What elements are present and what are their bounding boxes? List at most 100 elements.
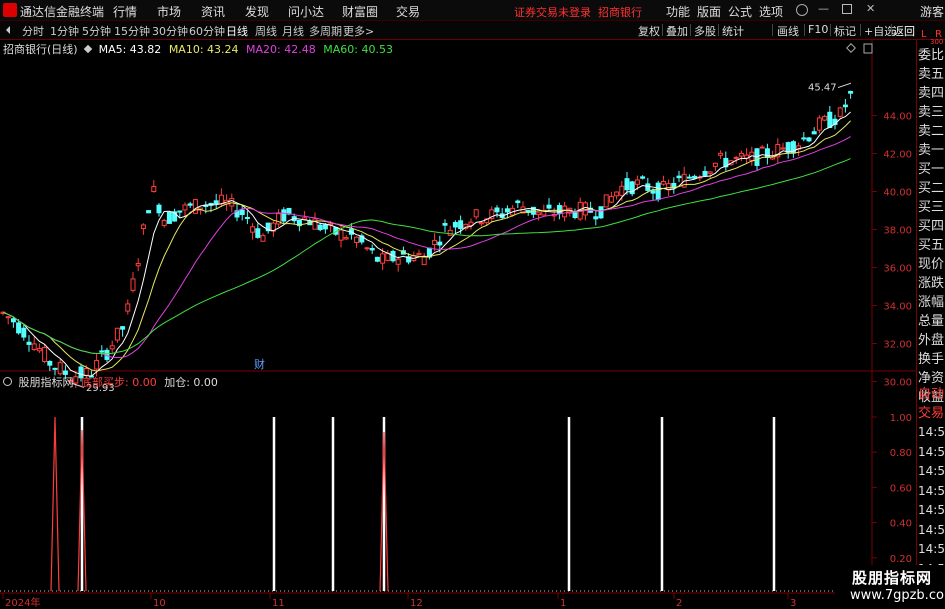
period-1min[interactable]: 1分钟 xyxy=(50,23,79,39)
trade-panel-label[interactable]: 交易 xyxy=(918,402,944,421)
period-monthly[interactable]: 月线 xyxy=(282,23,304,39)
toolbar-divider xyxy=(891,24,892,36)
candle-down xyxy=(593,216,599,220)
user-icon[interactable] xyxy=(796,4,808,16)
period-60min[interactable]: 60分钟 xyxy=(189,23,225,39)
candle-up xyxy=(125,303,131,312)
candle-down xyxy=(146,210,152,214)
trade-time: 14:56 xyxy=(918,522,945,537)
quote-row-label: 现价 xyxy=(918,257,945,272)
ma60-label: MA60: 40.53 xyxy=(323,43,393,56)
side-panel-l-label[interactable]: L xyxy=(921,29,927,40)
period-more[interactable]: 更多> xyxy=(343,23,374,39)
period-5min[interactable]: 5分钟 xyxy=(82,23,111,39)
close-icon[interactable]: ✕ xyxy=(866,3,876,14)
y-tick-label: 42.00 xyxy=(883,150,912,161)
candle-down xyxy=(655,182,661,200)
candle-up xyxy=(135,263,141,267)
multi-stock-button[interactable]: 多股 xyxy=(694,23,716,39)
candle-up xyxy=(354,236,360,244)
candle-down xyxy=(52,367,58,370)
trade-time: 14:56 xyxy=(918,444,945,459)
candle-down xyxy=(317,224,323,231)
candle-down xyxy=(692,175,698,179)
indicator-name: 股朋指标网 xyxy=(18,376,74,389)
period-intraday[interactable]: 分时 xyxy=(22,23,44,39)
period-weekly[interactable]: 周线 xyxy=(255,23,277,39)
quote-row-label: 卖五 xyxy=(918,67,945,82)
kline-chart[interactable]: 44.00 42.00 40.00 38.00 36.00 34.00 32.00 30.00… xyxy=(0,40,916,609)
candle-down xyxy=(494,207,500,213)
menu-quotes[interactable]: 行情 xyxy=(113,3,137,20)
menu-discover[interactable]: 发现 xyxy=(245,3,269,20)
period-30min[interactable]: 30分钟 xyxy=(152,23,188,39)
toolbar-divider xyxy=(662,24,663,36)
ind-tick-label: 0.40 xyxy=(890,519,912,530)
broker-status-text: 证券交易未登录 xyxy=(514,6,591,19)
x-tick-label: 2024年 xyxy=(5,596,40,609)
menu-functions[interactable]: 功能 xyxy=(666,3,690,20)
trade-time: 14:56 xyxy=(918,542,945,556)
f10-button[interactable]: F10 xyxy=(808,23,828,36)
candle-down xyxy=(764,148,770,158)
period-daily[interactable]: 日线 xyxy=(226,23,248,39)
candle-up xyxy=(634,179,640,185)
minimize-icon[interactable]: — xyxy=(818,3,829,14)
candle-up xyxy=(94,360,100,370)
chevron-right-icon: > xyxy=(365,25,375,38)
candle-up xyxy=(536,212,542,216)
ma-line-2 xyxy=(2,136,851,359)
menu-news[interactable]: 资讯 xyxy=(201,3,225,20)
draw-line-button[interactable]: 画线 xyxy=(777,23,799,39)
candle-up xyxy=(31,343,37,350)
ma5-label: MA5: 43.82 xyxy=(98,43,162,56)
fin-marker: 财 xyxy=(254,357,265,371)
candle-down xyxy=(811,131,817,135)
quote-row-label: 换手 xyxy=(918,352,945,367)
candle-down xyxy=(785,142,791,153)
collapse-icon[interactable] xyxy=(6,26,10,34)
stock-title: 招商银行(日线) xyxy=(3,43,78,56)
candle-down xyxy=(452,222,458,228)
adjust-button[interactable]: 复权 xyxy=(638,23,660,39)
candle-down xyxy=(515,200,521,204)
menu-options[interactable]: 选项 xyxy=(759,3,783,20)
y-tick-label: 34.00 xyxy=(883,302,912,313)
candle-down xyxy=(546,204,552,209)
quote-row-label: 委比 xyxy=(918,48,945,63)
back-button[interactable]: 返回 xyxy=(893,23,915,39)
menu-formula[interactable]: 公式 xyxy=(728,3,752,20)
quote-row-label: 卖三 xyxy=(918,105,945,120)
candle-up xyxy=(364,247,370,250)
candle-down xyxy=(166,211,172,224)
candle-up xyxy=(36,348,42,352)
overlay-button[interactable]: 叠加 xyxy=(666,23,688,39)
candle-up xyxy=(140,224,146,230)
maximize-icon[interactable] xyxy=(842,4,852,14)
menu-trade[interactable]: 交易 xyxy=(396,3,420,20)
mark-button[interactable]: 标记 xyxy=(834,23,856,39)
menu-layout[interactable]: 版面 xyxy=(697,3,721,20)
trade-panel-label[interactable]: 自动 xyxy=(918,383,944,402)
app-logo-icon xyxy=(3,3,17,17)
watermark-url: www.7gpzb.com xyxy=(850,588,945,603)
toolbar-divider xyxy=(804,24,805,36)
period-multi[interactable]: 多周期 xyxy=(309,23,342,39)
candle-down xyxy=(801,137,807,140)
stats-button[interactable]: 统计 xyxy=(722,23,744,39)
period-15min[interactable]: 15分钟 xyxy=(114,23,150,39)
menu-wealth[interactable]: 财富圈 xyxy=(342,3,378,20)
menu-ask[interactable]: 问小达 xyxy=(288,3,324,20)
menu-market[interactable]: 市场 xyxy=(157,3,181,20)
ind-tick-label: 0.60 xyxy=(890,483,912,494)
broker-name: 招商银行 xyxy=(598,6,642,19)
x-tick-label: 12 xyxy=(410,598,423,609)
guest-button[interactable]: 游客 xyxy=(920,3,944,20)
candle-up xyxy=(447,229,453,236)
settings-diamond-icon[interactable] xyxy=(83,44,93,54)
candle-down xyxy=(374,256,380,262)
candle-down xyxy=(177,210,183,213)
broker-status[interactable]: 证券交易未登录 招商银行 xyxy=(514,4,642,20)
indicator-settings-icon[interactable] xyxy=(3,377,12,386)
candle-up xyxy=(161,219,167,226)
